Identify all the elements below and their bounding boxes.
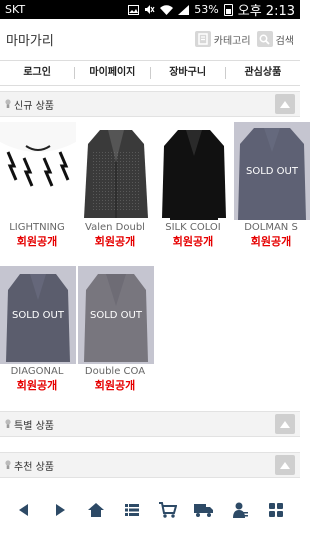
- bulb-icon: [5, 99, 11, 108]
- product-name[interactable]: DIAGONAL: [0, 366, 74, 377]
- section-title-recommended: 추천 상품: [14, 461, 54, 473]
- product-price: 회원공개: [16, 379, 58, 392]
- forward-icon[interactable]: [49, 499, 71, 521]
- product-item[interactable]: SOLD OUT DOLMAN S 회원공개: [234, 122, 310, 249]
- product-price: 회원공개: [94, 379, 136, 392]
- nav-wishlist[interactable]: 관심상품: [226, 67, 300, 79]
- back-icon[interactable]: [13, 499, 35, 521]
- status-clock: 오후 2:13: [237, 4, 295, 19]
- search-label: 검색: [275, 35, 294, 47]
- product-item[interactable]: SOLD OUT DIAGONAL 회원공개: [0, 266, 76, 393]
- sold-out-overlay: SOLD OUT: [78, 266, 154, 364]
- section-new-products: 신규 상품: [0, 91, 300, 117]
- product-image[interactable]: SOLD OUT: [234, 122, 310, 220]
- wifi-icon: [160, 4, 174, 15]
- battery-icon: [223, 3, 233, 16]
- cart-icon[interactable]: [157, 499, 179, 521]
- product-item[interactable]: SOLD OUT Double COA 회원공개: [78, 266, 154, 393]
- section-special-products: 특별 상품: [0, 411, 300, 437]
- category-icon: [194, 31, 211, 47]
- category-button[interactable]: 카테고리: [194, 31, 251, 47]
- nav-login[interactable]: 로그인: [0, 67, 76, 79]
- list-icon[interactable]: [121, 499, 143, 521]
- home-icon[interactable]: [85, 499, 107, 521]
- product-item[interactable]: Valen Doubl 회원공개: [78, 122, 154, 249]
- site-logo[interactable]: 마마가리: [6, 30, 54, 49]
- search-icon: [256, 31, 273, 47]
- app-header: 마마가리 카테고리 검색: [0, 19, 300, 59]
- nav-cart[interactable]: 장바구니: [151, 67, 226, 79]
- image-icon: [128, 4, 140, 15]
- product-price: 회원공개: [94, 235, 136, 248]
- product-image[interactable]: SOLD OUT: [0, 266, 76, 364]
- carrier-label: SKT: [5, 3, 26, 16]
- product-item[interactable]: LIGHTNING 회원공개: [0, 122, 76, 249]
- product-image[interactable]: [78, 122, 154, 220]
- signal-icon: [178, 4, 190, 15]
- product-name[interactable]: LIGHTNING: [0, 222, 74, 233]
- product-price: 회원공개: [16, 235, 58, 248]
- top-nav: 로그인 마이페이지 장바구니 관심상품: [0, 60, 300, 86]
- section-recommended-products: 추천 상품: [0, 452, 300, 478]
- sold-out-overlay: SOLD OUT: [0, 266, 76, 364]
- product-name[interactable]: Valen Doubl: [78, 222, 152, 233]
- battery-percent: 53%: [194, 3, 219, 16]
- product-image[interactable]: [0, 122, 76, 220]
- collapse-special-button[interactable]: [275, 414, 295, 434]
- chevron-up-icon: [280, 461, 290, 469]
- search-button[interactable]: 검색: [256, 31, 294, 47]
- sold-out-overlay: SOLD OUT: [234, 122, 310, 220]
- product-item[interactable]: SILK COLOI 회원공개: [156, 122, 232, 249]
- bulb-icon: [5, 419, 11, 428]
- product-name[interactable]: Double COA: [78, 366, 152, 377]
- collapse-new-button[interactable]: [275, 94, 295, 114]
- bulb-icon: [5, 460, 11, 469]
- chevron-up-icon: [280, 420, 290, 428]
- product-name[interactable]: DOLMAN S: [234, 222, 308, 233]
- category-label: 카테고리: [213, 35, 251, 47]
- nav-mypage[interactable]: 마이페이지: [75, 67, 151, 79]
- chevron-up-icon: [280, 100, 290, 108]
- delivery-icon[interactable]: [193, 499, 215, 521]
- grid-icon[interactable]: [265, 499, 287, 521]
- product-image[interactable]: [156, 122, 232, 220]
- product-price: 회원공개: [172, 235, 214, 248]
- product-price: 회원공개: [250, 235, 292, 248]
- section-title-new: 신규 상품: [14, 100, 54, 112]
- user-icon[interactable]: [229, 499, 251, 521]
- product-image[interactable]: SOLD OUT: [78, 266, 154, 364]
- mute-icon: [145, 5, 155, 14]
- collapse-recommended-button[interactable]: [275, 455, 295, 475]
- section-title-special: 특별 상품: [14, 420, 54, 432]
- bottom-toolbar: [0, 486, 300, 533]
- product-name[interactable]: SILK COLOI: [156, 222, 230, 233]
- status-bar: SKT 53% 오후 2:13: [0, 0, 300, 19]
